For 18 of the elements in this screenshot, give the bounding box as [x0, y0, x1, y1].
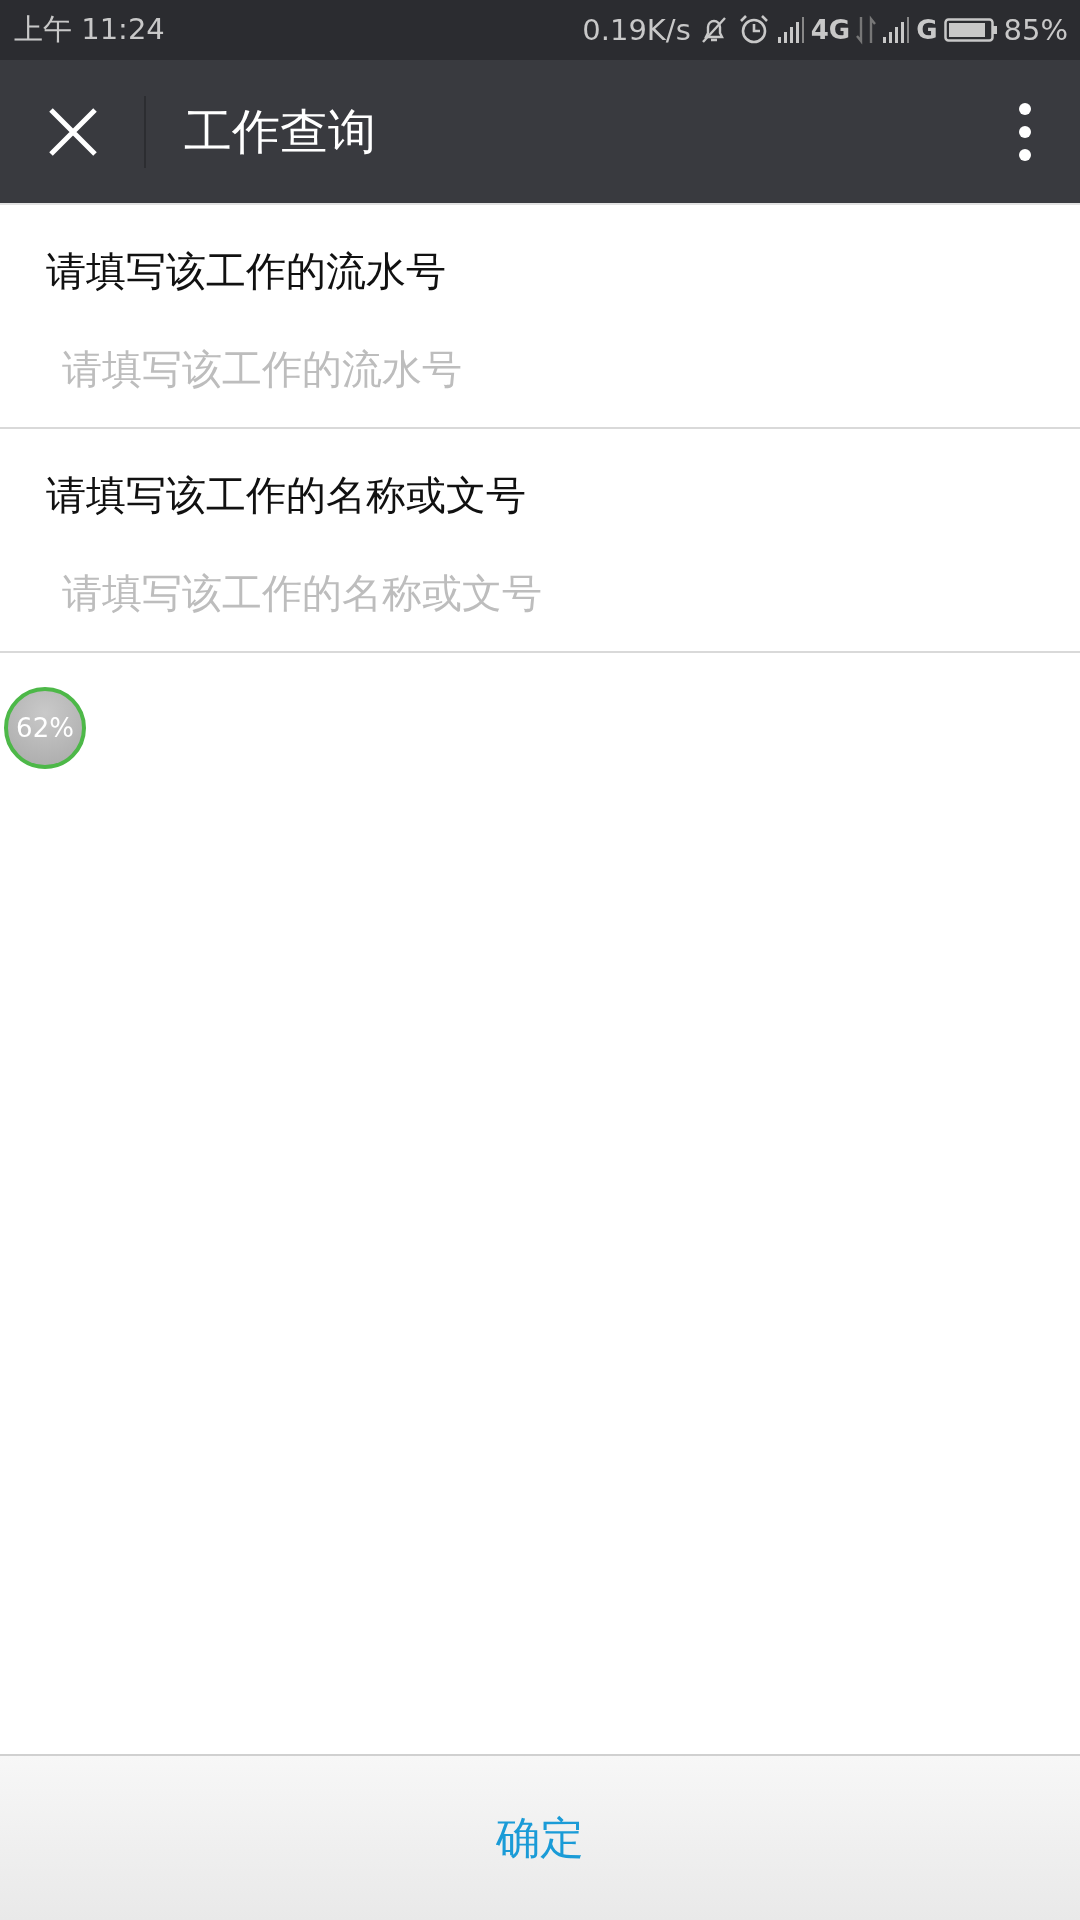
network-type: G [916, 15, 938, 45]
status-time: 上午 11:24 [14, 11, 165, 48]
progress-badge: 62% [4, 687, 86, 769]
battery-icon [943, 17, 998, 43]
field-label: 请填写该工作的名称或文号 [45, 471, 527, 520]
confirm-button[interactable]: 确定 [0, 1754, 1080, 1920]
page-title: 工作查询 [184, 101, 377, 161]
input-field[interactable]: 请填写该工作的流水号 [46, 319, 1038, 419]
signal-icon [776, 15, 805, 45]
data-arrows-icon [856, 15, 877, 45]
network-type: 4G [810, 15, 851, 45]
signal-icon [882, 15, 911, 45]
field-label: 请填写该工作的流水号 [45, 247, 447, 296]
more-icon[interactable] [1018, 101, 1032, 162]
battery-percent: 85% [1003, 13, 1068, 47]
network-speed: 0.19K/s [582, 13, 691, 47]
input-field[interactable]: 请填写该工作的名称或文号 [46, 543, 1038, 643]
close-icon[interactable] [48, 106, 98, 157]
